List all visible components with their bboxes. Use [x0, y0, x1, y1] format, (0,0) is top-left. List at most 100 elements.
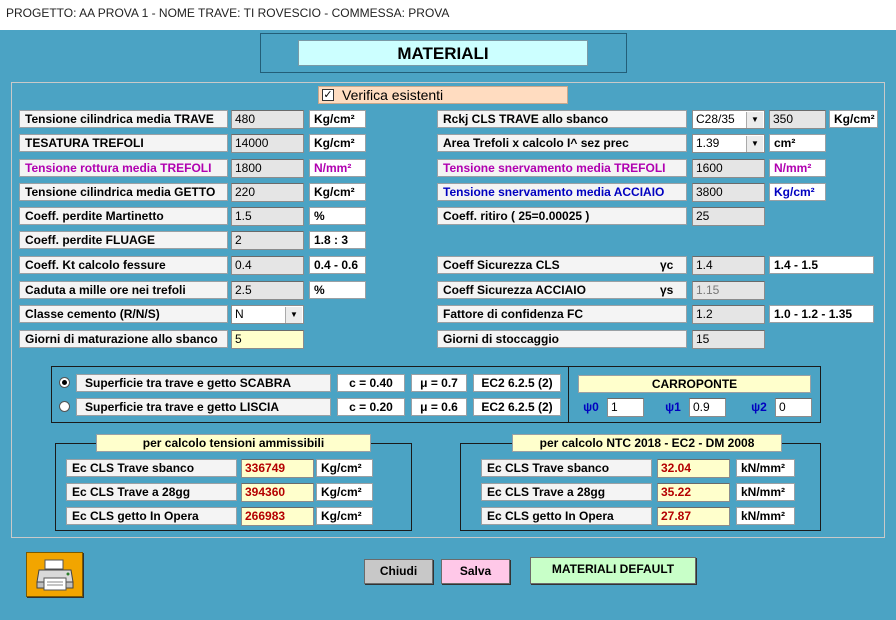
window-title: PROGETTO: AA PROVA 1 - NOME TRAVE: TI RO…: [6, 6, 450, 20]
unit-caduta-mille-ore: %: [309, 281, 366, 299]
label-ec-sbanco: Ec CLS Trave sbanco: [66, 459, 237, 477]
value-ec-28gg: 394360: [241, 483, 314, 502]
input-giorni-stoccaggio[interactable]: 15: [692, 330, 765, 349]
select-area-trefoli-value: 1.39: [696, 136, 720, 150]
label-classe-cemento: Classe cemento (R/N/S): [19, 305, 228, 323]
ref-scabra: EC2 6.2.5 (2): [473, 374, 561, 392]
input-tesatura-trefoli[interactable]: 14000: [231, 134, 304, 153]
input-sicurezza-cls[interactable]: 1.4: [692, 256, 765, 275]
label-kt-fessure: Coeff. Kt calcolo fessure: [19, 256, 228, 274]
select-classe-cls[interactable]: C28/35 ▼: [692, 110, 765, 129]
input-perdite-fluage[interactable]: 2: [231, 231, 304, 250]
unit-tensione-getto: Kg/cm²: [309, 183, 366, 201]
label-area-trefoli: Area Trefoli x calcolo I^ sez prec: [437, 134, 687, 152]
label-giorni-stoccaggio: Giorni di stoccaggio: [437, 330, 687, 348]
salva-button[interactable]: Salva: [441, 559, 510, 584]
value-ntc-ec-getto: 27.87: [657, 507, 730, 526]
print-button[interactable]: [26, 552, 83, 597]
select-classe-cls-value: C28/35: [696, 112, 735, 126]
window-titlebar: PROGETTO: AA PROVA 1 - NOME TRAVE: TI RO…: [0, 0, 896, 30]
input-rckj[interactable]: 350: [769, 110, 826, 129]
select-classe-cemento[interactable]: N ▼: [231, 305, 304, 324]
unit-ec-getto: Kg/cm²: [316, 507, 373, 525]
label-caduta-mille-ore: Caduta a mille ore nei trefoli: [19, 281, 228, 299]
range-perdite-fluage: 1.8 : 3: [309, 231, 366, 249]
input-tensione-trave[interactable]: 480: [231, 110, 304, 129]
unit-snervamento-acciaio: Kg/cm²: [769, 183, 826, 201]
unit-area-trefoli: cm²: [769, 134, 826, 152]
psi1-symbol: ψ1: [665, 400, 681, 414]
value-ntc-ec-sbanco: 32.04: [657, 459, 730, 478]
label-perdite-fluage: Coeff. perdite FLUAGE: [19, 231, 228, 249]
label-sicurezza-acciaio: Coeff Sicurezza ACCIAIO γs: [437, 281, 687, 299]
unit-rottura-trefoli: N/mm²: [309, 159, 366, 177]
label-snervamento-trefoli: Tensione snervamento media TREFOLI: [437, 159, 687, 177]
label-surface-liscia[interactable]: Superficie tra trave e getto LISCIA: [76, 398, 331, 416]
c-scabra: c = 0.40: [337, 374, 405, 392]
verifica-label: Verifica esistenti: [342, 87, 444, 103]
chevron-down-icon[interactable]: ▼: [746, 112, 763, 128]
input-psi1[interactable]: 0.9: [689, 398, 726, 417]
surface-divider: [568, 366, 569, 423]
input-tensione-getto[interactable]: 220: [231, 183, 304, 202]
chevron-down-icon[interactable]: ▼: [746, 136, 763, 152]
unit-snervamento-trefoli: N/mm²: [769, 159, 826, 177]
value-ec-sbanco: 336749: [241, 459, 314, 478]
unit-ntc-ec-sbanco: kN/mm²: [736, 459, 795, 477]
label-ntc-ec-getto: Ec CLS getto In Opera: [481, 507, 652, 525]
label-tensione-trave: Tensione cilindrica media TRAVE: [19, 110, 228, 128]
mu-scabra: μ = 0.7: [411, 374, 467, 392]
ntc-title: per calcolo NTC 2018 - EC2 - DM 2008: [512, 434, 782, 452]
page-title: MATERIALI: [298, 40, 588, 66]
input-caduta-mille-ore[interactable]: 2.5: [231, 281, 304, 300]
label-ntc-ec-28gg: Ec CLS Trave a 28gg: [481, 483, 652, 501]
mu-liscia: μ = 0.6: [411, 398, 467, 416]
gamma-c-symbol: γc: [660, 258, 674, 272]
chevron-down-icon[interactable]: ▼: [285, 307, 302, 323]
unit-perdite-martinetto: %: [309, 207, 366, 225]
select-classe-cemento-value: N: [235, 307, 244, 321]
carroponte-title: CARROPONTE: [578, 375, 811, 393]
unit-tensione-trave: Kg/cm²: [309, 110, 366, 128]
input-rottura-trefoli[interactable]: 1800: [231, 159, 304, 178]
materiali-default-button[interactable]: MATERIALI DEFAULT: [530, 557, 696, 584]
input-kt-fessure[interactable]: 0.4: [231, 256, 304, 275]
unit-ntc-ec-getto: kN/mm²: [736, 507, 795, 525]
input-coeff-ritiro[interactable]: 25: [692, 207, 765, 226]
unit-ec-28gg: Kg/cm²: [316, 483, 373, 501]
label-rckj-cls: Rckj CLS TRAVE allo sbanco: [437, 110, 687, 128]
input-perdite-martinetto[interactable]: 1.5: [231, 207, 304, 226]
label-snervamento-acciaio: Tensione snervamento media ACCIAIO: [437, 183, 687, 201]
unit-tesatura-trefoli: Kg/cm²: [309, 134, 366, 152]
range-sicurezza-cls: 1.4 - 1.5: [769, 256, 874, 274]
label-coeff-ritiro: Coeff. ritiro ( 25=0.00025 ): [437, 207, 687, 225]
label-tensione-getto: Tensione cilindrica media GETTO: [19, 183, 228, 201]
ammissibili-title: per calcolo tensioni ammissibili: [96, 434, 371, 452]
label-ec-28gg: Ec CLS Trave a 28gg: [66, 483, 237, 501]
unit-ec-sbanco: Kg/cm²: [316, 459, 373, 477]
label-fattore-confidenza: Fattore di confidenza FC: [437, 305, 687, 323]
verifica-esistenti-toggle[interactable]: ✓ Verifica esistenti: [318, 86, 568, 104]
chiudi-button[interactable]: Chiudi: [364, 559, 433, 584]
verifica-checkbox[interactable]: ✓: [322, 89, 334, 101]
label-ec-getto: Ec CLS getto In Opera: [66, 507, 237, 525]
label-rottura-trefoli: Tensione rottura media TREFOLI: [19, 159, 228, 177]
select-area-trefoli[interactable]: 1.39 ▼: [692, 134, 765, 153]
label-sicurezza-acciaio-text: Coeff Sicurezza ACCIAIO: [443, 283, 586, 297]
range-fattore-confidenza: 1.0 - 1.2 - 1.35: [769, 305, 874, 323]
gamma-s-symbol: γs: [660, 283, 674, 297]
label-giorni-maturazione: Giorni di maturazione allo sbanco: [19, 330, 228, 348]
range-kt-fessure: 0.4 - 0.6: [309, 256, 366, 274]
input-snervamento-trefoli[interactable]: 1600: [692, 159, 765, 178]
unit-rckj: Kg/cm²: [829, 110, 878, 128]
input-snervamento-acciaio[interactable]: 3800: [692, 183, 765, 202]
input-psi2[interactable]: 0: [775, 398, 812, 417]
unit-ntc-ec-28gg: kN/mm²: [736, 483, 795, 501]
input-fattore-confidenza[interactable]: 1.2: [692, 305, 765, 324]
input-psi0[interactable]: 1: [607, 398, 644, 417]
value-ntc-ec-28gg: 35.22: [657, 483, 730, 502]
input-giorni-maturazione[interactable]: 5: [231, 330, 304, 349]
label-surface-scabra[interactable]: Superficie tra trave e getto SCABRA: [76, 374, 331, 392]
radio-scabra[interactable]: [59, 377, 70, 388]
radio-liscia[interactable]: [59, 401, 70, 412]
